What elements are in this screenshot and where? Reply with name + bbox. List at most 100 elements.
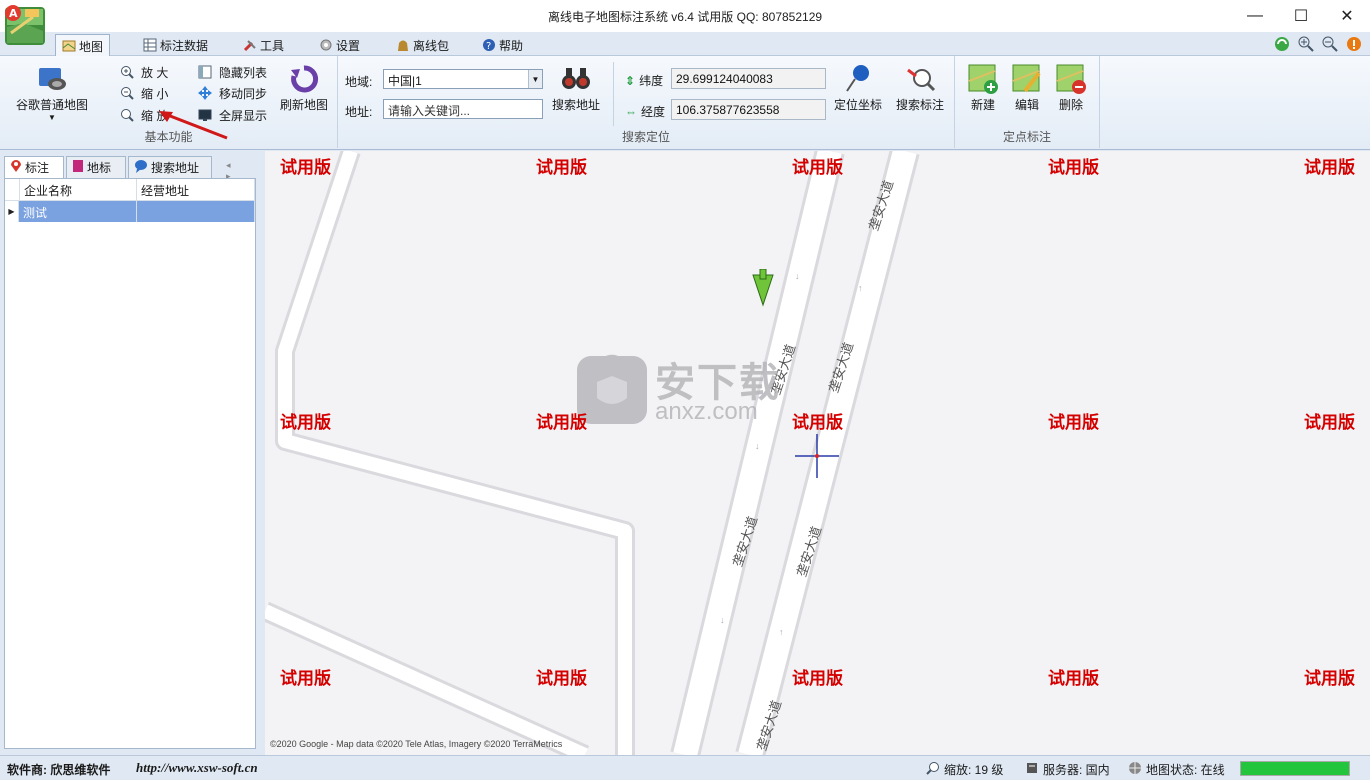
trial-watermark: 试用版 bbox=[792, 669, 843, 689]
trial-watermark: 试用版 bbox=[792, 413, 843, 433]
map-marker-icon[interactable] bbox=[749, 269, 777, 309]
edit-map-icon bbox=[1009, 62, 1045, 96]
map-view[interactable]: ↓ ↑ ↓ ↓ ↑ 垄安大道 垄安大道 垄安大道 垄安大道 垄安大道 垄安大道 … bbox=[265, 151, 1370, 755]
refresh-icon[interactable] bbox=[1274, 36, 1290, 52]
longitude-label: ⇔ 经度 bbox=[625, 104, 666, 120]
zoom-in-button[interactable]: 放 大 bbox=[119, 62, 168, 82]
region-select[interactable]: 中国|1 ▼ bbox=[383, 69, 543, 89]
dropdown-arrow-icon: ▼ bbox=[48, 113, 56, 122]
move-sync-button[interactable]: 移动同步 bbox=[197, 83, 267, 103]
zoom-in-icon[interactable] bbox=[1298, 36, 1314, 52]
marker-table: 企业名称 经营地址 ▶ 测试 bbox=[4, 178, 256, 749]
table-icon bbox=[143, 38, 157, 52]
settings-icon bbox=[319, 38, 333, 52]
tab-offline-package[interactable]: 离线包 bbox=[390, 34, 455, 56]
tab-markers[interactable]: 标注 bbox=[4, 156, 64, 178]
table-header: 企业名称 经营地址 bbox=[5, 179, 255, 201]
point-marker-group: 新建 编辑 删除 定点标注 bbox=[955, 56, 1100, 148]
region-label: 地域: bbox=[345, 75, 373, 89]
trial-watermark: 试用版 bbox=[280, 413, 331, 433]
loading-progress-bar bbox=[1240, 761, 1350, 776]
map-state-status: 地图状态: 在线 bbox=[1128, 761, 1225, 778]
window-title: 离线电子地图标注系统 v6.4 试用版 QQ: 807852129 bbox=[547, 10, 823, 24]
new-marker-button[interactable]: 新建 bbox=[963, 62, 1003, 113]
toolbar-right-icons bbox=[1274, 36, 1362, 52]
hide-list-button[interactable]: 隐藏列表 bbox=[197, 62, 267, 82]
refresh-icon bbox=[286, 62, 322, 96]
row-pointer-icon: ▶ bbox=[5, 201, 19, 222]
app-logo-icon[interactable]: A bbox=[3, 3, 47, 47]
crosshair-icon bbox=[795, 434, 839, 478]
latitude-field[interactable]: 29.699124040083 bbox=[671, 68, 826, 89]
trial-watermark: 试用版 bbox=[536, 158, 587, 178]
svg-text:↑: ↑ bbox=[779, 627, 784, 637]
progress-fill bbox=[1241, 762, 1349, 775]
zoom-out-icon bbox=[119, 85, 135, 101]
cell-company-name[interactable]: 测试 bbox=[19, 201, 137, 222]
google-map-icon bbox=[34, 62, 70, 96]
tab-settings[interactable]: 设置 bbox=[313, 34, 366, 56]
longitude-field[interactable]: 106.375877623558 bbox=[671, 99, 826, 120]
chevron-down-icon[interactable]: ▼ bbox=[528, 70, 542, 88]
tab-search-address[interactable]: 搜索地址 bbox=[128, 156, 212, 178]
tab-marker-data[interactable]: 标注数据 bbox=[137, 34, 214, 56]
magnifier-icon bbox=[926, 761, 940, 778]
info-icon[interactable] bbox=[1346, 36, 1362, 52]
delete-marker-button[interactable]: 删除 bbox=[1051, 62, 1091, 113]
tab-help[interactable]: ? 帮助 bbox=[476, 34, 529, 56]
trial-watermark: 试用版 bbox=[1304, 669, 1355, 689]
binoculars-icon bbox=[558, 62, 594, 96]
search-marker-icon bbox=[902, 62, 938, 96]
tab-map[interactable]: 地图 bbox=[55, 34, 111, 57]
trial-watermark: 试用版 bbox=[792, 158, 843, 178]
trial-watermark: 试用版 bbox=[280, 158, 331, 178]
cell-address[interactable] bbox=[137, 201, 255, 222]
address-label: 地址: bbox=[345, 105, 373, 119]
trial-watermark: 试用版 bbox=[1048, 158, 1099, 178]
close-button[interactable]: ✕ bbox=[1324, 0, 1370, 32]
column-header-company[interactable]: 企业名称 bbox=[19, 179, 137, 200]
trial-watermark: 试用版 bbox=[1048, 669, 1099, 689]
svg-text:↓: ↓ bbox=[795, 271, 800, 281]
tab-landmarks[interactable]: 地标 bbox=[66, 156, 126, 178]
column-header-address[interactable]: 经营地址 bbox=[137, 179, 255, 200]
address-input[interactable]: 请输入关键词... bbox=[383, 99, 543, 119]
magnifier-icon bbox=[119, 107, 135, 123]
refresh-map-button[interactable]: 刷新地图 bbox=[276, 62, 332, 113]
zoom-status: 缩放: 19 级 bbox=[926, 761, 1003, 778]
delete-map-icon bbox=[1053, 62, 1089, 96]
search-group-caption: 搜索定位 bbox=[621, 130, 670, 144]
trial-watermark: 试用版 bbox=[536, 413, 587, 433]
table-row[interactable]: ▶ 测试 bbox=[5, 201, 255, 222]
annotation-arrow bbox=[159, 111, 228, 140]
trial-watermark: 试用版 bbox=[536, 669, 587, 689]
title-bar: 离线电子地图标注系统 v6.4 试用版 QQ: 807852129 — ☐ ✕ bbox=[0, 0, 1370, 32]
trial-watermark: 试用版 bbox=[1048, 413, 1099, 433]
search-address-button[interactable]: 搜索地址 bbox=[548, 62, 604, 113]
server-status: 服务器: 国内 bbox=[1025, 761, 1110, 778]
vendor-link[interactable]: http://www.xsw-soft.cn bbox=[136, 760, 258, 776]
speech-bubble-icon bbox=[134, 159, 148, 176]
ribbon: 谷歌普通地图 ▼ 放 大 缩 小 缩 放 隐藏列表 移动同步 全屏显示 刷新地图… bbox=[0, 56, 1370, 150]
locate-coordinates-button[interactable]: 定位坐标 bbox=[830, 62, 886, 113]
globe-icon bbox=[1128, 761, 1142, 778]
zoom-out-button[interactable]: 缩 小 bbox=[119, 83, 168, 103]
search-locate-group: 地域: 中国|1 ▼ 地址: 请输入关键词... 搜索地址 ⇕ 纬度 29.69… bbox=[338, 56, 955, 148]
map-type-button[interactable]: 谷歌普通地图 ▼ bbox=[10, 62, 94, 122]
search-marker-button[interactable]: 搜索标注 bbox=[890, 62, 950, 113]
menu-tab-row: 地图 标注数据 工具 设置 离线包 ? 帮助 bbox=[0, 32, 1370, 57]
up-down-arrow-icon: ⇕ bbox=[625, 73, 636, 88]
left-right-arrow-icon: ⇔ bbox=[625, 104, 637, 119]
edit-marker-button[interactable]: 编辑 bbox=[1007, 62, 1047, 113]
status-bar: 软件商: 欣思维软件 http://www.xsw-soft.cn 缩放: 19… bbox=[0, 755, 1370, 780]
vendor-text: 软件商: 欣思维软件 bbox=[7, 763, 111, 777]
marker-group-caption: 定点标注 bbox=[1002, 130, 1051, 144]
trial-watermark: 试用版 bbox=[1304, 413, 1355, 433]
tab-tools[interactable]: 工具 bbox=[237, 34, 290, 56]
svg-text:↑: ↑ bbox=[858, 283, 863, 293]
zoom-out-icon[interactable] bbox=[1322, 36, 1338, 52]
minimize-button[interactable]: — bbox=[1232, 0, 1278, 32]
list-panel-icon bbox=[197, 64, 213, 80]
maximize-button[interactable]: ☐ bbox=[1278, 0, 1324, 32]
help-icon: ? bbox=[482, 38, 496, 52]
